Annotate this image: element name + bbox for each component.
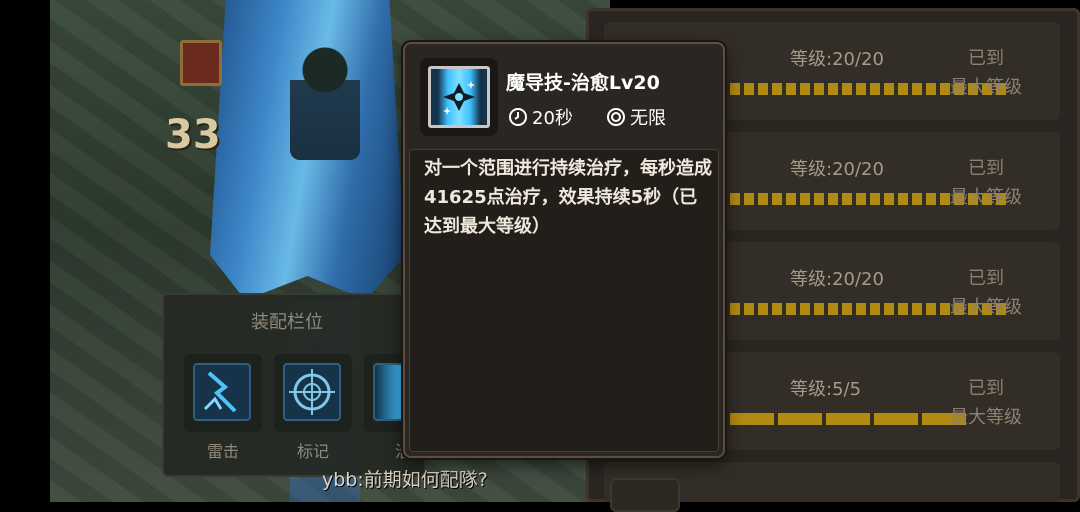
level-pip (744, 303, 754, 315)
level-pip (842, 193, 852, 205)
max-level-line2: 最大等级 (950, 407, 1022, 428)
level-pip (912, 193, 922, 205)
crosshair-icon (283, 363, 341, 421)
level-pip (778, 413, 822, 425)
level-pip (814, 303, 824, 315)
level-pip (856, 83, 866, 95)
level-pip (730, 303, 740, 315)
max-level-line1: 已到 (968, 158, 1004, 179)
chat-message: ybb:前期如何配隊? (322, 469, 488, 491)
skill-level: 等级:20/20 (790, 269, 884, 290)
tooltip-skill-title: 魔导技-治愈Lv20 (506, 72, 660, 94)
level-pip (758, 193, 768, 205)
tooltip-description: 对一个范围进行持续治疗，每秒造成41625点治疗，效果持续5秒（已达到最大等级） (424, 158, 712, 237)
max-level-label: 已到 最大等级 (946, 264, 1026, 322)
level-pip (912, 83, 922, 95)
level-pip (814, 193, 824, 205)
slot-label: 标记 (296, 442, 329, 461)
level-pip (842, 83, 852, 95)
level-pip (786, 83, 796, 95)
max-level-line2: 最大等级 (950, 77, 1022, 98)
level-pip (744, 83, 754, 95)
level-pip (800, 193, 810, 205)
level-pip (898, 83, 908, 95)
level-pip (870, 83, 880, 95)
level-pip (926, 193, 936, 205)
level-pip (856, 193, 866, 205)
level-pip (800, 303, 810, 315)
level-pip (744, 193, 754, 205)
skill-level: 等级:20/20 (790, 159, 884, 180)
level-pip (786, 303, 796, 315)
max-level-line1: 已到 (968, 48, 1004, 69)
level-pip (828, 303, 838, 315)
level-pip (856, 303, 866, 315)
level-pip (898, 193, 908, 205)
skill-level: 等级:5/5 (790, 379, 862, 400)
max-level-line2: 最大等级 (950, 297, 1022, 318)
max-level-line2: 最大等级 (950, 187, 1022, 208)
score-number: 33 (165, 112, 221, 158)
heal-crystal-icon (428, 66, 490, 128)
target-ring-icon (607, 108, 625, 126)
treasure-chest-icon (180, 40, 222, 86)
level-pip (874, 413, 918, 425)
skill-icon-frame (610, 478, 680, 512)
equip-panel-title: 装配栏位 (251, 312, 323, 333)
level-pip (884, 193, 894, 205)
range-value: 无限 (630, 108, 666, 129)
level-pip (772, 303, 782, 315)
level-pip (912, 303, 922, 315)
hero-character (290, 40, 360, 160)
cooldown-stat: 20秒 (508, 104, 573, 130)
level-pip (926, 303, 936, 315)
level-pip (772, 193, 782, 205)
level-pip (828, 83, 838, 95)
level-pip (786, 193, 796, 205)
level-pip (884, 303, 894, 315)
level-pip (800, 83, 810, 95)
max-level-label: 已到 最大等级 (946, 44, 1026, 102)
level-pip (730, 413, 774, 425)
level-pip (826, 413, 870, 425)
max-level-label: 已到 最大等级 (946, 374, 1026, 432)
max-level-label: 已到 最大等级 (946, 154, 1026, 212)
lightning-icon (193, 363, 251, 421)
level-pip (884, 83, 894, 95)
level-pip (870, 303, 880, 315)
cooldown-value: 20秒 (532, 108, 573, 129)
level-pip (730, 193, 740, 205)
equip-slot-mark[interactable] (274, 354, 352, 432)
level-pip (926, 83, 936, 95)
equip-slot-lightning[interactable] (184, 354, 262, 432)
max-level-line1: 已到 (968, 268, 1004, 289)
tooltip-skill-icon-frame (420, 58, 498, 136)
level-pip (730, 83, 740, 95)
level-pip (814, 83, 824, 95)
level-progress-bar (730, 413, 966, 425)
slot-label: 雷击 (206, 442, 239, 461)
max-level-line1: 已到 (968, 378, 1004, 399)
level-pip (758, 83, 768, 95)
level-pip (870, 193, 880, 205)
level-pip (758, 303, 768, 315)
skill-level: 等级:20/20 (790, 49, 884, 70)
level-pip (828, 193, 838, 205)
level-pip (772, 83, 782, 95)
range-stat: 无限 (606, 104, 666, 130)
clock-icon (509, 108, 527, 126)
level-pip (898, 303, 908, 315)
level-pip (842, 303, 852, 315)
